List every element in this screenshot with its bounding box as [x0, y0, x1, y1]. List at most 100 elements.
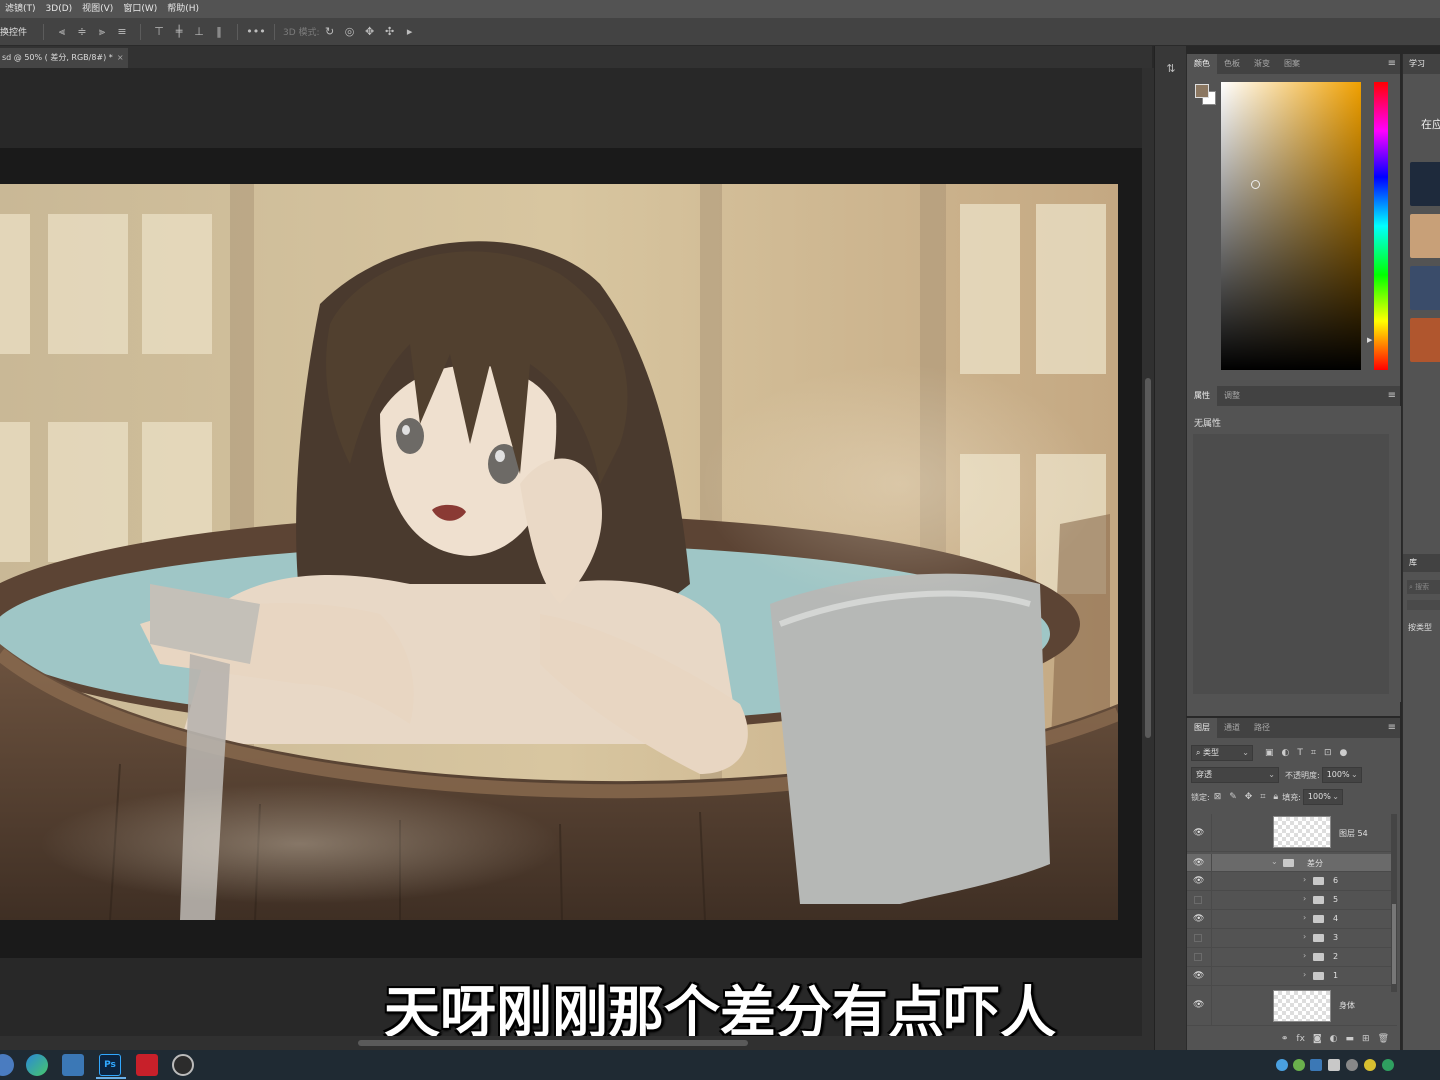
tutorial-thumbnail[interactable] [1410, 318, 1440, 362]
layer-row[interactable]: 👁︎ 图层 54 [1187, 814, 1397, 852]
tab-learn[interactable]: 学习 [1403, 54, 1440, 74]
layer-row[interactable]: 👁︎ › 1 [1187, 967, 1397, 986]
new-layer-icon[interactable]: ⊞ [1362, 1034, 1370, 1044]
tab-adjustments[interactable]: 调整 [1217, 386, 1247, 406]
chevron-right-icon[interactable]: › [1303, 970, 1306, 979]
tray-app-icon[interactable] [1293, 1059, 1305, 1071]
layer-name[interactable]: 4 [1333, 914, 1338, 923]
layer-name[interactable]: 差分 [1307, 858, 1323, 869]
pan-3d-icon[interactable]: ✥ [362, 24, 378, 40]
lock-position-icon[interactable]: ✥ [1245, 792, 1253, 802]
canvas-horizontal-scrollbar[interactable] [0, 1036, 1154, 1050]
menu-view[interactable]: 视图(V) [77, 0, 118, 18]
pixel-filter-icon[interactable]: ▣ [1265, 748, 1274, 758]
tab-color[interactable]: 颜色 [1187, 54, 1217, 74]
mask-icon[interactable]: ◙ [1313, 1034, 1322, 1044]
tab-channels[interactable]: 通道 [1217, 718, 1247, 738]
start-icon[interactable] [0, 1054, 14, 1076]
panel-menu-icon[interactable]: ≡ [1388, 722, 1396, 733]
eye-icon[interactable]: 👁︎ [1193, 876, 1204, 886]
align-right-icon[interactable]: ⫸ [94, 24, 110, 40]
show-transform-controls-label[interactable]: 换控件 [0, 25, 35, 38]
orbit-3d-icon[interactable]: ↻ [322, 24, 338, 40]
align-middle-icon[interactable]: ╪ [171, 24, 187, 40]
roll-3d-icon[interactable]: ◎ [342, 24, 358, 40]
fx-icon[interactable]: fx [1296, 1034, 1305, 1044]
smart-object-filter-icon[interactable]: ⊡ [1324, 748, 1332, 758]
blend-mode-select[interactable]: 穿透 ⌄ [1191, 767, 1279, 783]
link-icon[interactable]: ⚭ [1281, 1034, 1289, 1044]
visibility-toggle[interactable] [1194, 934, 1202, 942]
chevron-right-icon[interactable]: › [1303, 913, 1306, 922]
fill-input[interactable]: 100% ⌄ [1302, 789, 1343, 805]
chevron-right-icon[interactable]: › [1303, 875, 1306, 884]
lock-artboard-icon[interactable]: ⌗ [1260, 792, 1265, 802]
align-left-icon[interactable]: ⫷ [54, 24, 70, 40]
canvas-area[interactable]: 天呀刚刚那个差分有点吓人 [0, 68, 1142, 1046]
align-bottom-icon[interactable]: ⊥ [191, 24, 207, 40]
foreground-color-swatch[interactable] [1195, 84, 1209, 98]
menu-3d[interactable]: 3D(D) [41, 0, 78, 18]
folder-icon[interactable]: ▬ [1346, 1034, 1355, 1044]
opacity-input[interactable]: 100% ⌄ [1321, 767, 1362, 783]
adjustment-filter-icon[interactable]: ◐ [1282, 748, 1290, 758]
eye-icon[interactable]: 👁︎ [1193, 914, 1204, 924]
history-panel-icon[interactable]: ⇅ [1163, 62, 1179, 78]
color-field[interactable] [1221, 82, 1361, 370]
distribute-icon[interactable]: ≡ [114, 24, 130, 40]
tray-app-icon[interactable] [1382, 1059, 1394, 1071]
chevron-right-icon[interactable]: › [1303, 894, 1306, 903]
artwork-image[interactable] [0, 184, 1118, 920]
scroll-thumb[interactable] [1145, 378, 1151, 738]
layer-row[interactable]: 👁︎ 身体 [1187, 986, 1397, 1026]
layer-row[interactable]: › 2 [1187, 948, 1397, 967]
menu-window[interactable]: 窗口(W) [118, 0, 162, 18]
chevron-down-icon[interactable]: ⌄ [1271, 857, 1278, 866]
close-tab-icon[interactable]: × [117, 53, 124, 62]
lock-all-icon[interactable]: 🔒︎ [1273, 792, 1278, 802]
edge-icon[interactable] [26, 1054, 48, 1076]
file-explorer-icon[interactable] [62, 1054, 84, 1076]
layer-row[interactable]: › 3 [1187, 929, 1397, 948]
eye-icon[interactable]: 👁︎ [1193, 858, 1204, 868]
tab-patterns[interactable]: 图案 [1277, 54, 1307, 74]
layer-name[interactable]: 图层 54 [1339, 828, 1368, 839]
panel-menu-icon[interactable]: ≡ [1388, 390, 1396, 401]
layer-kind-filter[interactable]: ⌕ 类型 ⌄ [1191, 745, 1253, 761]
tab-swatches[interactable]: 色板 [1217, 54, 1247, 74]
obs-icon[interactable] [172, 1054, 194, 1076]
tab-properties[interactable]: 属性 [1187, 386, 1217, 406]
distribute-vertical-icon[interactable]: ‖ [211, 24, 227, 40]
scroll-thumb[interactable] [358, 1040, 748, 1046]
visibility-toggle[interactable] [1194, 896, 1202, 904]
layer-name[interactable]: 6 [1333, 876, 1338, 885]
visibility-toggle[interactable] [1194, 953, 1202, 961]
photoshop-icon[interactable]: Ps [96, 1054, 126, 1079]
cloud-tray-icon[interactable] [1276, 1059, 1288, 1071]
layer-row[interactable]: 👁︎ ⌄ 差分 [1187, 854, 1397, 872]
wps-icon[interactable] [136, 1054, 158, 1076]
library-filter-select[interactable] [1407, 600, 1440, 610]
tab-libraries[interactable]: 库 [1403, 554, 1440, 572]
lock-transparent-icon[interactable]: ⊠ [1214, 792, 1222, 802]
hue-slider-marker-icon[interactable]: ▶ [1367, 336, 1372, 344]
lock-image-icon[interactable]: ✎ [1229, 792, 1237, 802]
hue-slider[interactable] [1374, 82, 1388, 370]
eye-icon[interactable]: 👁︎ [1193, 1000, 1204, 1010]
color-picker-ring[interactable] [1251, 180, 1260, 189]
adjustment-icon[interactable]: ◐ [1330, 1034, 1338, 1044]
tab-paths[interactable]: 路径 [1247, 718, 1277, 738]
document-tab[interactable]: sd @ 50% ( 差分, RGB/8#) * × [0, 48, 128, 68]
scroll-thumb[interactable] [1392, 904, 1396, 984]
align-top-icon[interactable]: ⊤ [151, 24, 167, 40]
more-options-icon[interactable]: ••• [246, 24, 265, 40]
layer-row[interactable]: 👁︎ › 6 [1187, 872, 1397, 891]
layer-row[interactable]: › 5 [1187, 891, 1397, 910]
tray-app-icon[interactable] [1364, 1059, 1376, 1071]
layer-name[interactable]: 1 [1333, 971, 1338, 980]
filter-toggle-icon[interactable]: ● [1340, 748, 1348, 758]
tutorial-thumbnail[interactable] [1410, 214, 1440, 258]
group-by-type-text[interactable]: 按类型 [1408, 622, 1432, 633]
menu-filter[interactable]: 滤镜(T) [0, 0, 41, 18]
tab-layers[interactable]: 图层 [1187, 718, 1217, 738]
